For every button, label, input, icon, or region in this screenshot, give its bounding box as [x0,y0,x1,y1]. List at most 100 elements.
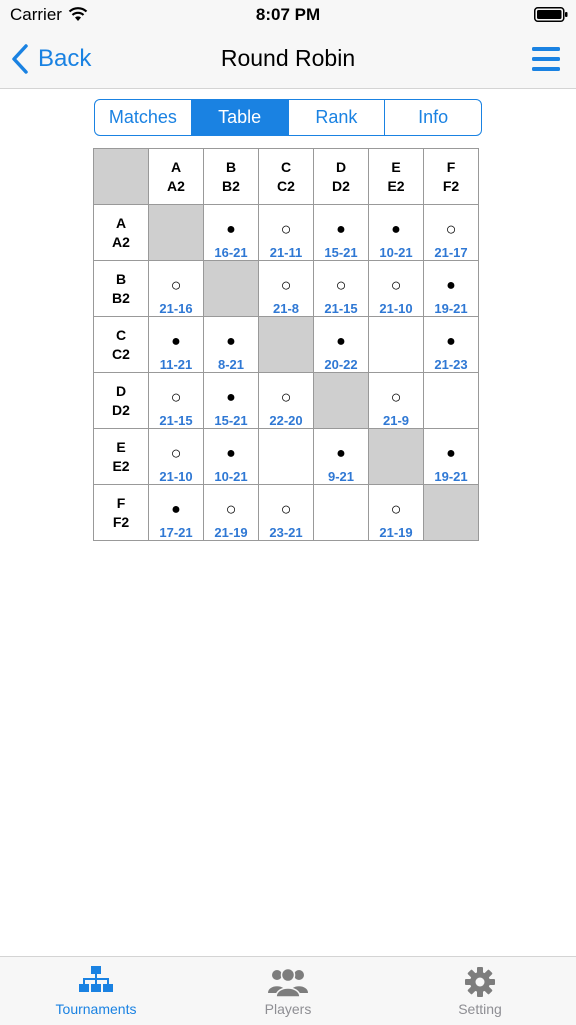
column-header-cell: F F2 [423,148,479,205]
player-subname: F2 [112,514,130,530]
result-cell[interactable]: ○ 21-11 [258,204,314,261]
row-header-cell: B B2 [93,260,149,317]
segment-table[interactable]: Table [190,100,288,135]
result-cell[interactable]: ● 10-21 [203,428,259,485]
match-score: 23-21 [269,525,303,540]
player-name: D [115,383,127,399]
result-cell[interactable]: ● 15-21 [313,204,369,261]
player-name: E [116,439,126,455]
tournament-bracket-icon [79,966,113,992]
result-cell[interactable] [258,428,314,485]
result-cell[interactable]: ● 19-21 [423,428,479,485]
result-cell[interactable]: ● 16-21 [203,204,259,261]
loss-dot-icon: ● [226,333,236,350]
result-cell[interactable]: ○ 21-9 [368,372,424,429]
player-name: F [446,159,456,175]
player-header: A A2 [149,149,203,196]
segment-matches[interactable]: Matches [95,100,191,135]
result-cell[interactable]: ● 9-21 [313,428,369,485]
tab-bar: Tournaments Players Setting [0,956,576,1025]
header-row: A A2 B B2 C C2 D D2 E E2 F F2 [93,148,479,205]
result-cell[interactable]: ○ 21-17 [423,204,479,261]
result-cell[interactable]: ● 8-21 [203,316,259,373]
win-circle-icon: ○ [390,275,402,295]
result-cell[interactable]: ● 10-21 [368,204,424,261]
match-score: 21-19 [379,525,413,540]
result-cell[interactable] [368,316,424,373]
result-cell[interactable]: ○ 22-20 [258,372,314,429]
result-cell[interactable]: ○ 23-21 [258,484,314,541]
table-row: A A2 ● 16-21 ○ 21-11 ● 15-21 ● 10-21 ○ 21-17 [93,204,479,261]
result-cell[interactable]: ○ 21-15 [148,372,204,429]
win-circle-icon: ○ [170,443,182,463]
match-score: 21-15 [324,301,358,316]
table-row: F F2 ● 17-21 ○ 21-19 ○ 23-21 ○ 21-19 [93,484,479,541]
player-header: F F2 [424,149,478,196]
match-score: 19-21 [434,469,468,484]
result-cell[interactable] [423,372,479,429]
loss-dot-icon: ● [391,221,401,238]
result-cell[interactable]: ○ 21-8 [258,260,314,317]
segment-info[interactable]: Info [384,100,481,135]
win-circle-icon: ○ [225,499,237,519]
result-cell[interactable]: ○ 21-19 [368,484,424,541]
segment-rank[interactable]: Rank [287,100,385,135]
player-subname: E2 [112,458,130,474]
row-header-cell: E E2 [93,428,149,485]
player-name: E [391,159,401,175]
loss-dot-icon: ● [226,221,236,238]
result-cell[interactable]: ● 21-23 [423,316,479,373]
result-cell[interactable]: ● 15-21 [203,372,259,429]
tab-setting[interactable]: Setting [384,957,576,1025]
match-score: 10-21 [379,245,413,260]
diagonal-cell [313,372,369,429]
status-time: 8:07 PM [255,5,321,24]
result-cell[interactable]: ○ 21-10 [368,260,424,317]
result-cell[interactable]: ● 11-21 [148,316,204,373]
row-header-cell: C C2 [93,316,149,373]
match-score: 21-8 [272,301,300,316]
column-header-cell: A A2 [148,148,204,205]
match-score: 19-21 [434,301,468,316]
win-circle-icon: ○ [280,499,292,519]
match-score: 21-9 [382,413,410,428]
result-cell[interactable]: ● 20-22 [313,316,369,373]
tab-players[interactable]: Players [192,957,384,1025]
match-score: 21-23 [434,357,468,372]
result-cell[interactable]: ● 17-21 [148,484,204,541]
player-name: C [280,159,292,175]
player-header: D D2 [94,373,148,420]
tab-label: Players [264,1001,312,1017]
result-cell[interactable]: ● 19-21 [423,260,479,317]
result-cell[interactable]: ○ 21-15 [313,260,369,317]
tab-tournaments[interactable]: Tournaments [0,957,192,1025]
hamburger-menu-icon[interactable] [530,44,562,74]
player-header: E E2 [94,429,148,476]
result-cell[interactable]: ○ 21-10 [148,428,204,485]
player-header: B B2 [94,261,148,308]
player-name: A [115,215,127,231]
tab-label: Setting [458,1001,502,1017]
result-cell[interactable] [313,484,369,541]
result-cell[interactable]: ○ 21-16 [148,260,204,317]
row-header-cell: A A2 [93,204,149,261]
player-subname: E2 [387,178,405,194]
match-score: 16-21 [214,245,248,260]
player-subname: F2 [442,178,460,194]
loss-dot-icon: ● [446,333,456,350]
match-score: 21-16 [159,301,193,316]
battery-icon [534,7,568,22]
player-name: C [115,327,127,343]
player-name: A [170,159,182,175]
player-subname: B2 [222,178,240,194]
win-circle-icon: ○ [280,275,292,295]
win-circle-icon: ○ [390,387,402,407]
loss-dot-icon: ● [171,333,181,350]
table-row: C C2 ● 11-21 ● 8-21 ● 20-22 ● 21-23 [93,316,479,373]
match-score: 21-17 [434,245,468,260]
loss-dot-icon: ● [446,277,456,294]
match-score: 17-21 [159,525,193,540]
player-header: E E2 [369,149,423,196]
round-robin-table: A A2 B B2 C C2 D D2 E E2 F F2 A A2 ● 16-21 ○ 21-11 ● 15-21 ●… [93,148,479,541]
result-cell[interactable]: ○ 21-19 [203,484,259,541]
